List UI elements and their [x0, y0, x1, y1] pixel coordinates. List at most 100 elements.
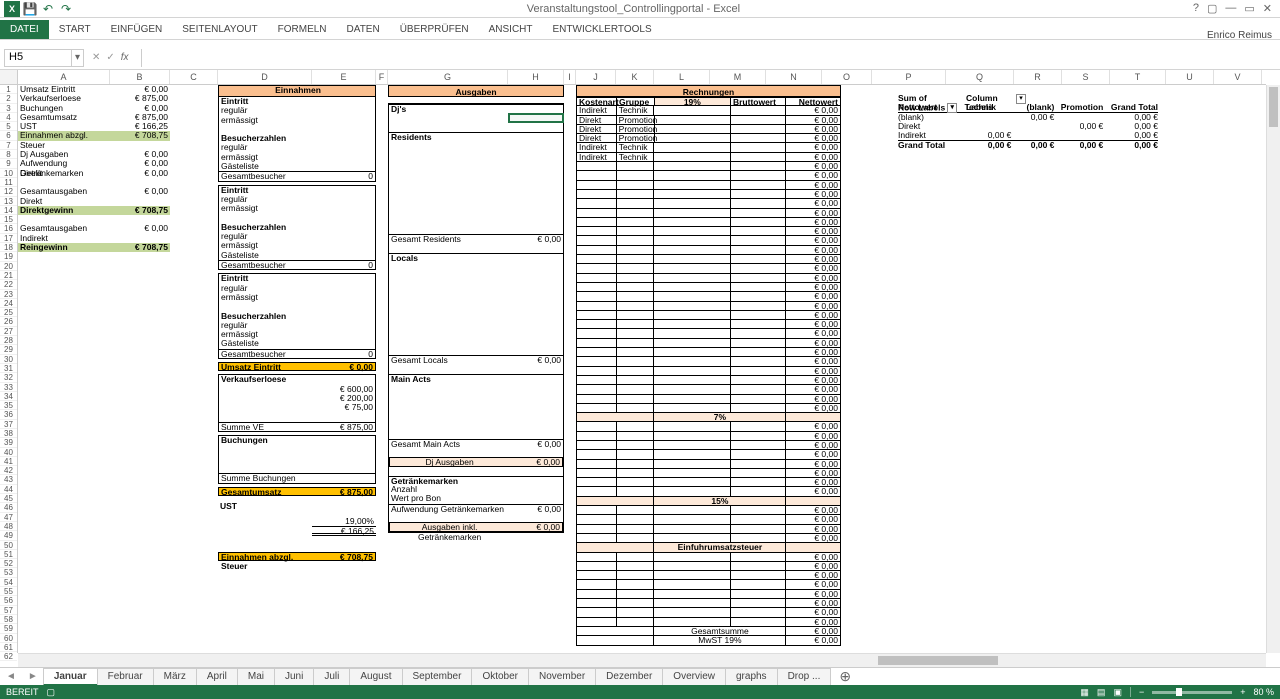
sheet-tab-november[interactable]: November: [528, 668, 596, 686]
tab-ueberpruefen[interactable]: ÜBERPRÜFEN: [390, 20, 479, 39]
row-header[interactable]: 43: [0, 475, 17, 484]
row-header[interactable]: 30: [0, 355, 17, 364]
row-header[interactable]: 13: [0, 197, 17, 206]
row-header[interactable]: 11: [0, 178, 17, 187]
sheet-tab-september[interactable]: September: [402, 668, 473, 686]
row-header[interactable]: 17: [0, 234, 17, 243]
row-header[interactable]: 20: [0, 262, 17, 271]
row-header[interactable]: 15: [0, 215, 17, 224]
undo-icon[interactable]: ↶: [40, 1, 56, 17]
col-header-Q[interactable]: Q: [946, 70, 1014, 84]
sheet-tab-april[interactable]: April: [196, 668, 238, 686]
scroll-thumb[interactable]: [878, 656, 998, 665]
col-header-N[interactable]: N: [766, 70, 822, 84]
sheet-tab-juli[interactable]: Juli: [313, 668, 350, 686]
row-header[interactable]: 37: [0, 420, 17, 429]
sheet-tab-graphs[interactable]: graphs: [725, 668, 778, 686]
row-header[interactable]: 26: [0, 317, 17, 326]
row-header[interactable]: 31: [0, 364, 17, 373]
row-header[interactable]: 38: [0, 429, 17, 438]
tab-ansicht[interactable]: ANSICHT: [479, 20, 543, 39]
zoom-in-icon[interactable]: +: [1240, 687, 1245, 697]
row-header[interactable]: 34: [0, 392, 17, 401]
row-header[interactable]: 58: [0, 615, 17, 624]
row-headers[interactable]: 1234567891011121314151617181920212223242…: [0, 85, 18, 653]
row-header[interactable]: 4: [0, 113, 17, 122]
sheet-tab-oktober[interactable]: Oktober: [471, 668, 529, 686]
row-header[interactable]: 60: [0, 634, 17, 643]
cancel-fx-icon[interactable]: ✕: [92, 52, 100, 63]
col-header-T[interactable]: T: [1110, 70, 1166, 84]
row-header[interactable]: 25: [0, 308, 17, 317]
help-icon[interactable]: ?: [1193, 2, 1199, 15]
row-header[interactable]: 48: [0, 522, 17, 531]
worksheet[interactable]: ABCDEFGHIJKLMNOPQRSTUV 12345678910111213…: [0, 70, 1280, 667]
macro-record-icon[interactable]: ▢: [47, 687, 56, 698]
row-header[interactable]: 32: [0, 373, 17, 382]
formula-input[interactable]: [141, 49, 1280, 67]
sheet-tab-drop ...[interactable]: Drop ...: [777, 668, 832, 686]
row-header[interactable]: 14: [0, 206, 17, 215]
col-header-R[interactable]: R: [1014, 70, 1062, 84]
row-header[interactable]: 22: [0, 280, 17, 289]
tab-nav-prev-icon[interactable]: ◄: [0, 671, 22, 682]
horizontal-scrollbar[interactable]: [18, 653, 1266, 667]
save-icon[interactable]: 💾: [22, 1, 38, 17]
row-header[interactable]: 35: [0, 401, 17, 410]
col-header-B[interactable]: B: [110, 70, 170, 84]
scroll-thumb[interactable]: [1269, 87, 1278, 127]
row-header[interactable]: 9: [0, 159, 17, 168]
col-header-S[interactable]: S: [1062, 70, 1110, 84]
row-header[interactable]: 24: [0, 299, 17, 308]
row-header[interactable]: 27: [0, 327, 17, 336]
row-header[interactable]: 56: [0, 596, 17, 605]
row-header[interactable]: 5: [0, 122, 17, 131]
row-header[interactable]: 45: [0, 494, 17, 503]
cell-grid[interactable]: Umsatz Eintritt€ 0,00Verkaufserloese€ 87…: [18, 85, 1266, 653]
fx-icon[interactable]: fx: [121, 52, 129, 63]
row-header[interactable]: 29: [0, 345, 17, 354]
row-header[interactable]: 47: [0, 513, 17, 522]
sheet-tab-januar[interactable]: Januar: [43, 668, 98, 686]
zoom-level[interactable]: 80 %: [1253, 687, 1274, 697]
col-header-E[interactable]: E: [312, 70, 376, 84]
maximize-icon[interactable]: ▭: [1244, 2, 1254, 15]
row-header[interactable]: 7: [0, 141, 17, 150]
sheet-tab-mai[interactable]: Mai: [237, 668, 275, 686]
row-header[interactable]: 50: [0, 541, 17, 550]
row-header[interactable]: 42: [0, 466, 17, 475]
close-icon[interactable]: ✕: [1263, 2, 1272, 15]
row-header[interactable]: 41: [0, 457, 17, 466]
col-header-V[interactable]: V: [1214, 70, 1262, 84]
row-header[interactable]: 2: [0, 94, 17, 103]
name-box[interactable]: H5: [4, 49, 72, 67]
row-header[interactable]: 8: [0, 150, 17, 159]
ribbon-options-icon[interactable]: ▢: [1207, 2, 1217, 15]
view-layout-icon[interactable]: ▤: [1097, 687, 1106, 698]
row-header[interactable]: 23: [0, 290, 17, 299]
tab-start[interactable]: START: [49, 20, 101, 39]
sheet-tab-februar[interactable]: Februar: [97, 668, 154, 686]
col-header-J[interactable]: J: [576, 70, 616, 84]
row-header[interactable]: 62: [0, 652, 17, 661]
add-sheet-icon[interactable]: ⊕: [831, 668, 859, 685]
col-header-A[interactable]: A: [18, 70, 110, 84]
row-header[interactable]: 59: [0, 624, 17, 633]
row-header[interactable]: 1: [0, 85, 17, 94]
sheet-tab-juni[interactable]: Juni: [274, 668, 314, 686]
row-header[interactable]: 16: [0, 224, 17, 233]
row-header[interactable]: 12: [0, 187, 17, 196]
row-header[interactable]: 28: [0, 336, 17, 345]
col-header-U[interactable]: U: [1166, 70, 1214, 84]
view-normal-icon[interactable]: ▦: [1080, 687, 1089, 698]
view-break-icon[interactable]: ▣: [1113, 687, 1122, 698]
col-header-D[interactable]: D: [218, 70, 312, 84]
tab-daten[interactable]: DATEN: [337, 20, 390, 39]
row-header[interactable]: 54: [0, 578, 17, 587]
col-header-P[interactable]: P: [872, 70, 946, 84]
select-all-corner[interactable]: [0, 70, 18, 84]
row-header[interactable]: 57: [0, 606, 17, 615]
tab-einfuegen[interactable]: EINFÜGEN: [101, 20, 173, 39]
row-header[interactable]: 55: [0, 587, 17, 596]
col-header-M[interactable]: M: [710, 70, 766, 84]
